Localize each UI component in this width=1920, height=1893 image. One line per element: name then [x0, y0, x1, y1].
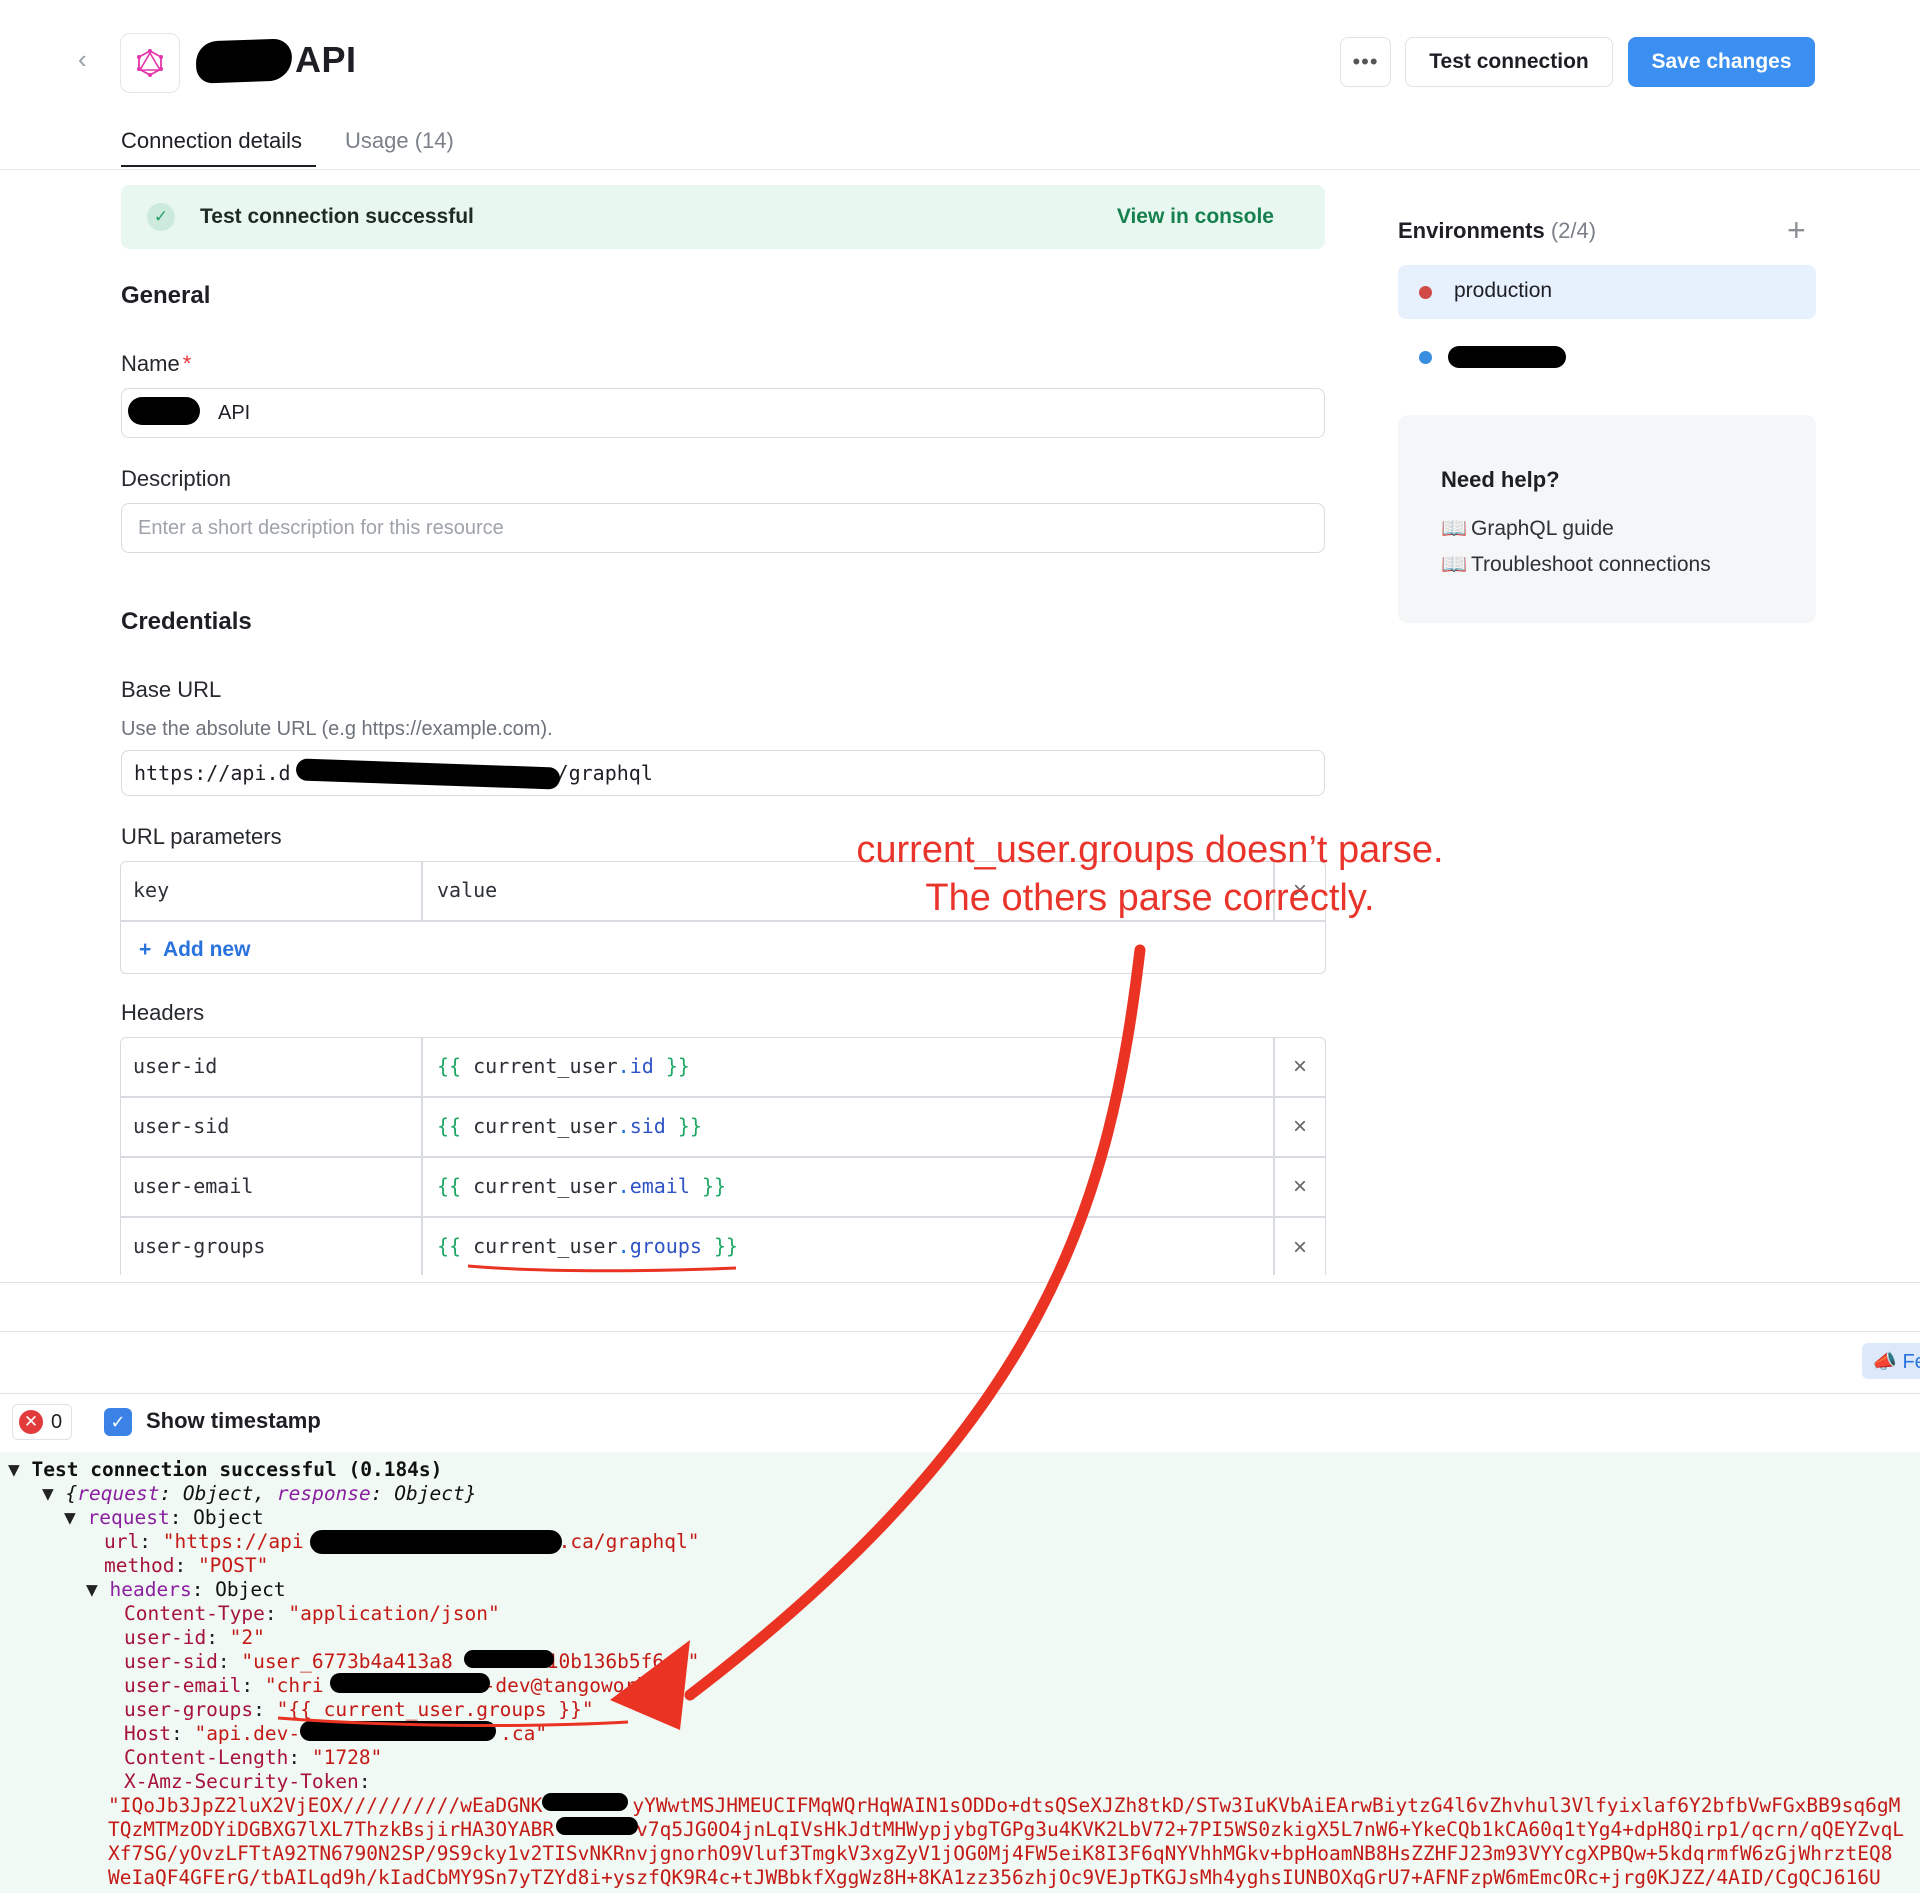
annotation-arrow	[277, 944, 1146, 1730]
